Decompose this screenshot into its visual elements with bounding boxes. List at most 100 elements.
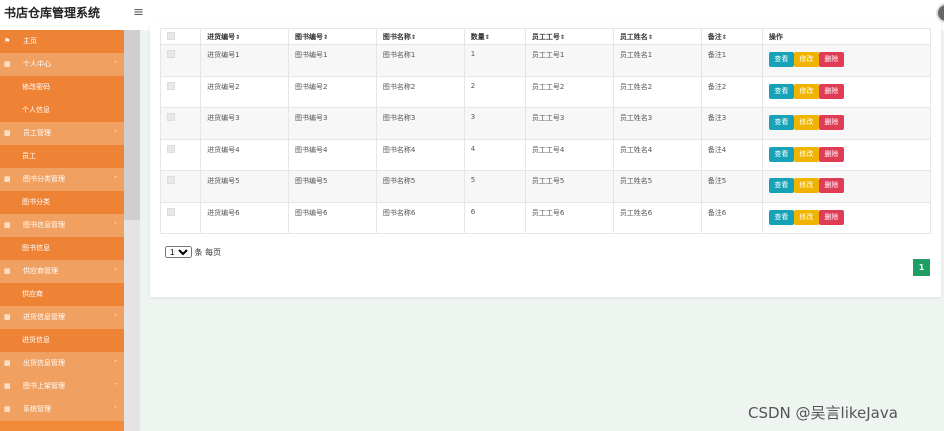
column-header[interactable]: 图书编号⇕	[287, 28, 377, 45]
row-checkbox[interactable]	[167, 144, 175, 153]
column-header-label: 进货编号	[207, 32, 236, 41]
row-checkbox[interactable]	[167, 207, 175, 216]
column-header[interactable]: 图书名称⇕	[375, 28, 465, 45]
edit-button[interactable]: 修改	[793, 178, 819, 193]
table-cell: 图书名称2	[375, 75, 465, 108]
scrollbar-thumb[interactable]	[124, 30, 140, 220]
sidebar-item-label: 进货信息管理	[23, 313, 65, 321]
sidebar-item-label: 员工	[22, 152, 36, 160]
page-size-select[interactable]: 10	[165, 246, 192, 258]
avatar[interactable]	[936, 3, 944, 23]
edit-button[interactable]: 修改	[793, 146, 819, 162]
column-header[interactable]: 员工工号⇕	[524, 28, 614, 45]
table-cell: 备注4	[700, 138, 763, 171]
sidebar-item-label: 个人信息	[22, 106, 50, 114]
row-checkbox[interactable]	[167, 176, 175, 184]
sort-icon: ⇕	[484, 33, 490, 41]
sidebar-item-label: 图书分类管理	[23, 175, 65, 183]
page-size-control: 10 条 每页	[165, 246, 221, 258]
sidebar-item-label: 供应商	[22, 290, 43, 298]
sidebar-item[interactable]: 个人信息	[0, 99, 124, 122]
edit-button[interactable]: 修改	[793, 83, 819, 99]
flag-icon: ⚑	[4, 37, 11, 45]
table-row: 进货编号5 图书编号5 图书名称5 5 员工工号5 员工姓名5 备注5 查看 修改 删除	[159, 170, 932, 203]
view-button[interactable]: 查看	[768, 146, 794, 162]
sidebar-item[interactable]: 修改密码	[0, 76, 124, 99]
chevron-up-icon: ˄	[114, 176, 117, 183]
actions-cell: 查看 修改 删除	[761, 107, 932, 140]
table-cell: 进货编号5	[200, 170, 289, 203]
table-cell: 3	[463, 107, 526, 140]
sidebar-item[interactable]: ⚑ 主页	[0, 30, 124, 53]
sidebar-item[interactable]: 进货信息	[0, 329, 124, 352]
sidebar-item[interactable]: 供应商	[0, 283, 124, 306]
table-row: 进货编号4 图书编号4 图书名称4 4 员工工号4 员工姓名4 备注4 查看 修改 删除	[159, 138, 932, 171]
sidebar-item[interactable]: ▦ 系统管理 ˄	[0, 398, 124, 421]
delete-button[interactable]: 删除	[818, 83, 844, 99]
delete-button[interactable]: 删除	[818, 146, 844, 162]
sidebar-item[interactable]: ▦ 进货信息管理 ˄	[0, 306, 124, 329]
table-cell: 员工工号3	[524, 107, 614, 140]
content-card: 进货编号⇕ 图书编号⇕ 图书名称⇕ 数量⇕ 员工工号⇕ 员工姓名⇕ 备注⇕ 操作 进货编号1 图…	[150, 22, 941, 297]
pagination-page-1[interactable]: 1	[913, 259, 930, 276]
edit-button[interactable]: 修改	[793, 209, 819, 225]
sidebar-item-label: 图书分类	[22, 198, 50, 206]
row-checkbox[interactable]	[167, 81, 175, 90]
sidebar-item[interactable]: ▦ 个人中心 ˄	[0, 53, 124, 76]
column-header-label: 备注	[707, 32, 722, 41]
sidebar-item[interactable]: ▦ 供应商管理 ˄	[0, 260, 124, 283]
sidebar-item-label: 图书信息	[22, 244, 50, 252]
row-checkbox[interactable]	[167, 113, 175, 121]
sidebar-item-label: 主页	[23, 37, 37, 45]
actions-cell: 查看 修改 删除	[761, 44, 932, 77]
delete-button[interactable]: 删除	[818, 115, 844, 130]
delete-button[interactable]: 删除	[818, 52, 844, 67]
select-all-checkbox[interactable]	[167, 31, 175, 40]
table-header-row: 进货编号⇕ 图书编号⇕ 图书名称⇕ 数量⇕ 员工工号⇕ 员工姓名⇕ 备注⇕ 操作	[159, 28, 932, 45]
view-button[interactable]: 查看	[768, 115, 794, 130]
chevron-up-icon: ˄	[114, 130, 117, 137]
sidebar-item[interactable]: ▦ 出货信息管理 ˄	[0, 352, 124, 375]
column-header[interactable]: 员工姓名⇕	[612, 28, 702, 45]
sidebar-item-label: 出货信息管理	[23, 359, 65, 367]
view-button[interactable]: 查看	[768, 209, 794, 225]
sidebar-item[interactable]: ▦ 图书分类管理 ˄	[0, 168, 124, 191]
sidebar-item[interactable]: 图书分类	[0, 191, 124, 214]
sidebar-item[interactable]: ▦ 图书上架管理 ˄	[0, 375, 124, 398]
table-cell: 备注3	[700, 107, 763, 140]
edit-button[interactable]: 修改	[793, 52, 819, 67]
table-cell: 图书编号2	[287, 75, 377, 108]
view-button[interactable]: 查看	[768, 83, 794, 99]
sidebar-item[interactable]: ▦ 员工管理 ˄	[0, 122, 124, 145]
sidebar-item[interactable]: 图书信息	[0, 237, 124, 260]
edit-button[interactable]: 修改	[793, 115, 819, 130]
grid-icon: ▦	[4, 359, 11, 367]
column-header[interactable]: 备注⇕	[700, 28, 763, 45]
view-button[interactable]: 查看	[768, 178, 794, 193]
table-cell: 员工姓名5	[612, 170, 702, 203]
table-cell: 进货编号6	[200, 201, 289, 234]
table-cell: 图书名称5	[375, 170, 465, 203]
table-row: 进货编号6 图书编号6 图书名称6 6 员工工号6 员工姓名6 备注6 查看 修改 删除	[159, 201, 932, 234]
column-header[interactable]: 数量⇕	[463, 28, 526, 45]
table-cell: 4	[463, 138, 526, 171]
row-checkbox[interactable]	[167, 50, 175, 58]
sidebar-item-label: 图书上架管理	[23, 382, 65, 390]
sidebar-item[interactable]: ▦ 图书信息管理 ˄	[0, 214, 124, 237]
chevron-up-icon: ˄	[114, 360, 117, 367]
view-button[interactable]: 查看	[768, 52, 794, 67]
sidebar-item[interactable]: 员工	[0, 145, 124, 168]
column-header[interactable]: 进货编号⇕	[200, 28, 289, 45]
table-cell: 5	[463, 170, 526, 203]
table-cell: 图书编号4	[287, 138, 377, 171]
table-row: 进货编号3 图书编号3 图书名称3 3 员工工号3 员工姓名3 备注3 查看 修改 删除	[159, 107, 932, 140]
sidebar-item-label: 进货信息	[22, 336, 50, 344]
delete-button[interactable]: 删除	[818, 209, 844, 225]
table-cell: 1	[463, 44, 526, 77]
column-header-label: 操作	[768, 32, 783, 41]
watermark: CSDN @吴言likeJava	[748, 404, 898, 422]
hamburger-icon[interactable]: ≡	[133, 5, 144, 20]
delete-button[interactable]: 删除	[818, 178, 844, 193]
chevron-up-icon: ˄	[114, 268, 117, 275]
table-row: 进货编号2 图书编号2 图书名称2 2 员工工号2 员工姓名2 备注2 查看 修改 删除	[159, 75, 932, 108]
